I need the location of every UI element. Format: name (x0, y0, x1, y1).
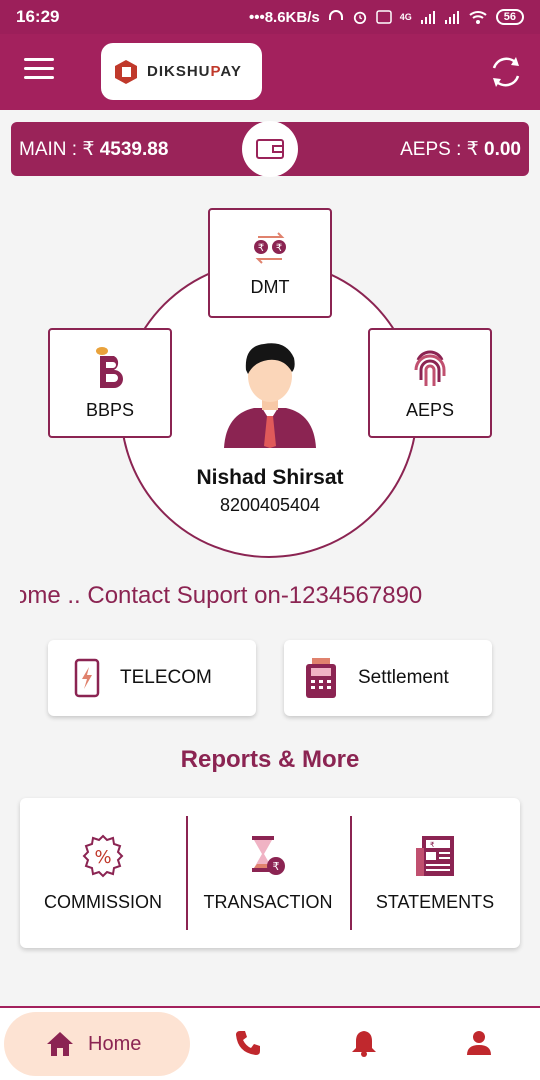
reports-title: Reports & More (180, 746, 360, 773)
fingerprint-icon (414, 350, 446, 386)
brand-logo: DIKSHUPAY (101, 43, 262, 100)
statements-button[interactable]: ₹ STATEMENTS (350, 798, 520, 948)
wifi-icon (469, 11, 487, 24)
transaction-button[interactable]: ₹ TRANSACTION (186, 798, 350, 948)
bell-icon (352, 1031, 376, 1057)
bbps-label: BBPS (85, 399, 135, 420)
network-type: 4G (399, 12, 412, 22)
hourglass-icon: ₹ (252, 836, 285, 875)
refresh-icon (492, 57, 520, 87)
signal-icon (420, 11, 435, 24)
commission-label: COMMISSION (43, 892, 162, 912)
app-bar: DIKSHUPAY (0, 34, 540, 110)
volte-icon (375, 10, 392, 24)
headset-icon (328, 10, 343, 20)
aeps-button[interactable]: AEPS (368, 328, 492, 438)
status-icons: •••8.6KB/s 4G 56 (249, 9, 524, 26)
bbps-icon (96, 346, 123, 388)
svg-text:₹: ₹ (273, 860, 280, 873)
aeps-label: AEPS (405, 399, 455, 420)
telecom-label: TELECOM (120, 667, 212, 688)
signal-icon-2 (444, 11, 459, 24)
settlement-label: Settlement (358, 667, 449, 688)
main-balance: MAIN : ₹ 4539.88 (19, 138, 169, 160)
logo-icon (115, 59, 137, 84)
user-phone: 8200405404 (219, 495, 321, 515)
pos-machine-icon (306, 658, 336, 698)
status-bar: 16:29 •••8.6KB/s 4G 56 (0, 0, 540, 34)
mobile-recharge-icon (74, 658, 100, 698)
settlement-button[interactable]: Settlement (284, 640, 492, 716)
svg-text:%: % (94, 847, 111, 868)
money-transfer-icon: ₹ ₹ (254, 231, 286, 264)
refresh-button[interactable] (488, 54, 524, 90)
dmt-button[interactable]: ₹ ₹ DMT (208, 208, 332, 318)
bbps-button[interactable]: BBPS (48, 328, 172, 438)
menu-button[interactable] (24, 58, 54, 84)
nav-call[interactable] (233, 1028, 263, 1058)
phone-icon (236, 1031, 260, 1055)
alarm-icon (353, 11, 366, 24)
aeps-balance: AEPS : ₹ 0.00 (400, 138, 521, 160)
nav-profile[interactable] (464, 1028, 494, 1058)
net-speed: •••8.6KB/s (248, 8, 320, 26)
brand-name: DIKSHUPAY (147, 63, 242, 80)
telecom-button[interactable]: TELECOM (48, 640, 256, 716)
dmt-label: DMT (250, 276, 290, 297)
svg-text:₹: ₹ (276, 243, 282, 254)
commission-button[interactable]: % COMMISSION (20, 798, 186, 948)
avatar (224, 343, 316, 448)
nav-notifications[interactable] (349, 1028, 379, 1058)
svg-text:₹: ₹ (258, 243, 264, 254)
commission-icon: % (82, 834, 124, 878)
support-marquee: ome .. Contact Suport on-1234567890 (20, 582, 423, 609)
svg-text:₹: ₹ (430, 841, 435, 849)
reports-card: % COMMISSION ₹ TRANSACTION ₹ STATEMENTS (20, 798, 520, 948)
status-time: 16:29 (16, 7, 60, 26)
transaction-label: TRANSACTION (203, 892, 333, 912)
battery-icon: 56 (495, 9, 524, 25)
wallet-button[interactable] (242, 121, 298, 177)
home-icon (47, 1032, 73, 1056)
bottom-nav: Home (0, 1008, 540, 1080)
nav-home[interactable]: Home (4, 1012, 190, 1076)
user-name: Nishad Shirsat (196, 466, 344, 489)
wallet-icon (256, 139, 284, 159)
statements-label: STATEMENTS (375, 892, 495, 912)
user-icon (467, 1031, 491, 1055)
nav-home-label: Home (88, 1032, 142, 1055)
statement-icon: ₹ (416, 836, 454, 876)
